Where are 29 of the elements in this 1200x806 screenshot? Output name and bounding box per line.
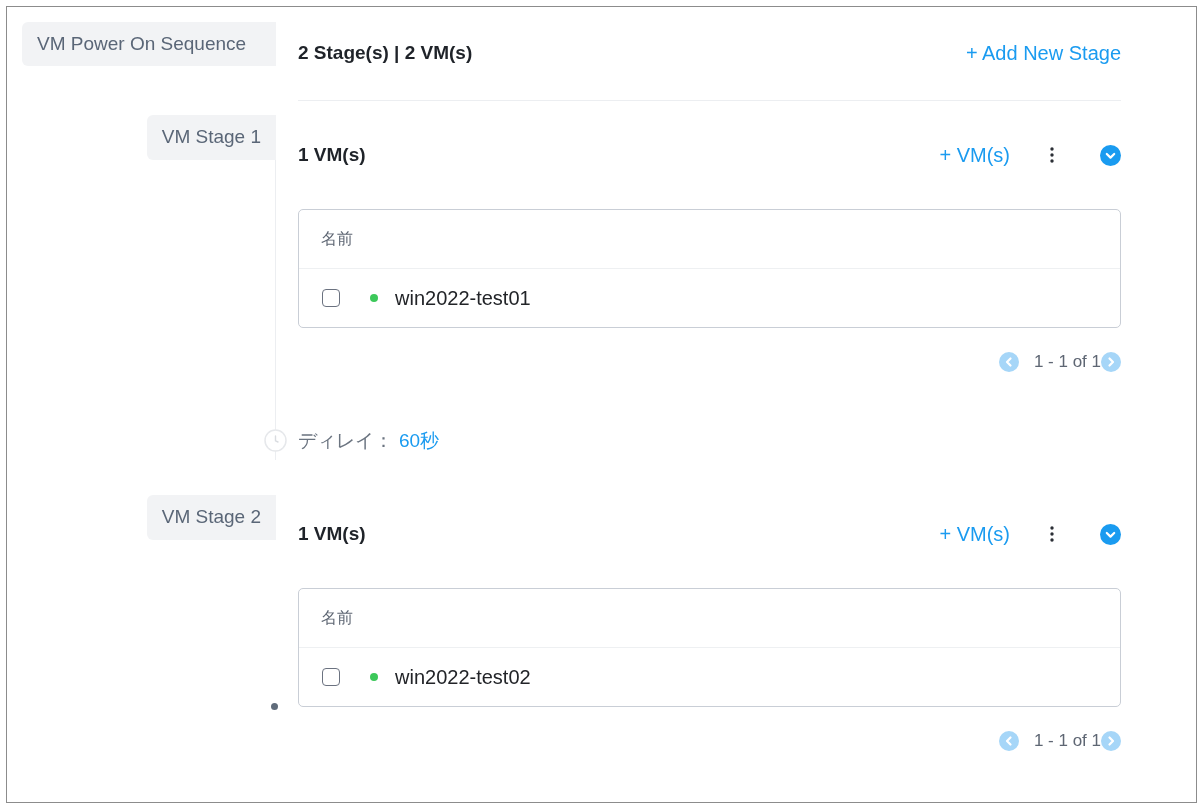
expand-toggle-button[interactable] (1100, 144, 1121, 166)
chevron-down-icon (1100, 523, 1121, 545)
chevron-left-icon (998, 352, 1019, 372)
stage-label: VM Stage 1 (146, 115, 276, 160)
add-new-stage-button[interactable]: + Add New Stage (965, 38, 1121, 68)
sequence-summary: 2 Stage(s) | 2 VM(s) (298, 40, 473, 65)
pagination-text: 1 - 1 of 1 (1033, 730, 1101, 753)
delay-label: ディレイ： (298, 428, 393, 453)
chevron-down-icon (1100, 144, 1121, 166)
kebab-menu-icon (1050, 526, 1054, 542)
chevron-right-icon (1101, 352, 1121, 372)
kebab-menu-icon (1050, 147, 1054, 163)
vm-name: win2022-test01 (395, 286, 531, 311)
chevron-left-icon (998, 731, 1019, 751)
add-vm-button[interactable]: + VM(s) (939, 519, 1010, 549)
delay-value-link[interactable]: 60秒 (399, 426, 440, 456)
add-vm-button[interactable]: + VM(s) (939, 140, 1010, 170)
expand-toggle-button[interactable] (1100, 523, 1121, 545)
sequence-label: VM Power On Sequence (22, 22, 276, 66)
row-checkbox[interactable] (322, 289, 340, 307)
chevron-right-icon (1101, 731, 1121, 751)
stage-label: VM Stage 2 (146, 495, 276, 540)
row-checkbox[interactable] (322, 668, 340, 686)
column-header: 名前 (321, 229, 353, 249)
column-header: 名前 (321, 608, 353, 628)
vm-name: win2022-test02 (395, 665, 531, 690)
pagination-text: 1 - 1 of 1 (1033, 351, 1101, 374)
vm-count: 1 VM(s) (298, 521, 366, 546)
vm-count: 1 VM(s) (298, 142, 366, 167)
